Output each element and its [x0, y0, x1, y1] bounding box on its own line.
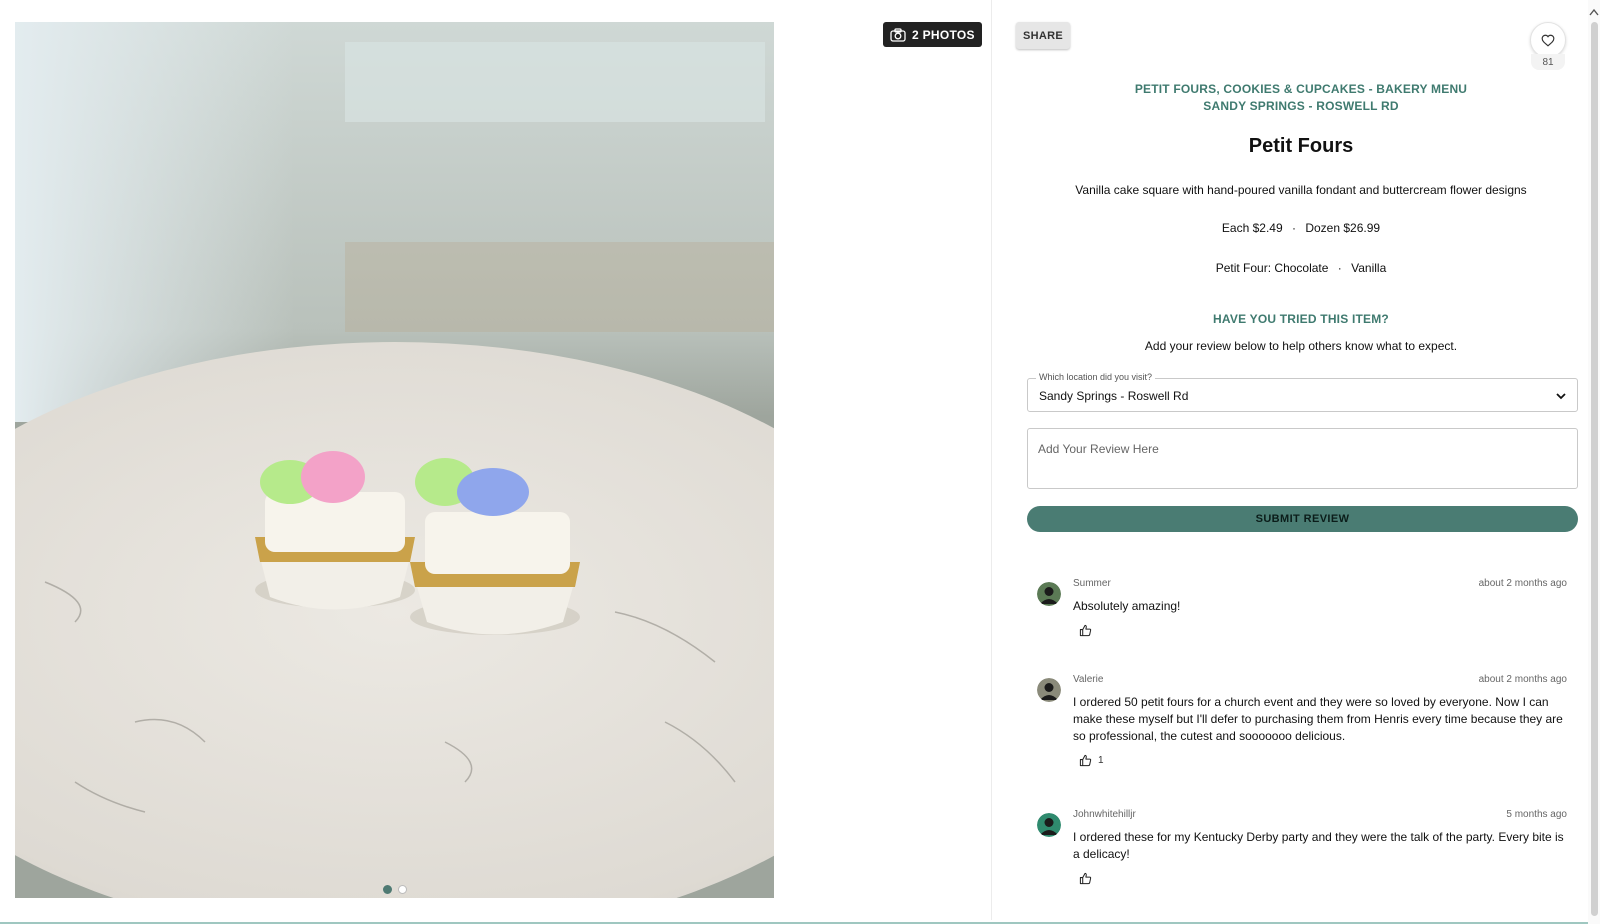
- user-avatar-icon: [1037, 678, 1061, 702]
- avatar: [1037, 813, 1061, 837]
- submit-review-button[interactable]: SUBMIT REVIEW: [1027, 506, 1578, 532]
- review-textarea[interactable]: Add Your Review Here: [1027, 428, 1578, 489]
- avatar: [1037, 678, 1061, 702]
- location-select[interactable]: Which location did you visit? Sandy Spri…: [1027, 372, 1578, 412]
- photos-count-label: 2 PHOTOS: [912, 27, 975, 42]
- helpful-button[interactable]: 1: [1079, 754, 1104, 767]
- item-location[interactable]: SANDY SPRINGS - ROSWELL RD: [1016, 99, 1586, 113]
- photos-count-button[interactable]: 2 PHOTOS: [883, 22, 982, 47]
- favorite-button[interactable]: [1530, 22, 1566, 58]
- user-avatar-icon: [1037, 582, 1061, 606]
- like-count: 81: [1531, 54, 1565, 70]
- flavor-separator: ·: [1337, 261, 1342, 275]
- user-avatar-icon: [1037, 813, 1061, 837]
- flavor-chocolate: Chocolate: [1274, 261, 1329, 275]
- flavor-line: Petit Four: Chocolate · Vanilla: [1016, 261, 1586, 275]
- review-time: about 2 months ago: [1478, 578, 1567, 589]
- heart-icon: [1541, 34, 1555, 47]
- location-select-label: Which location did you visit?: [1036, 372, 1156, 382]
- review-subheading: Add your review below to help others kno…: [1144, 339, 1458, 353]
- like-widget[interactable]: 81: [1530, 22, 1566, 72]
- flavor-label: Petit Four:: [1215, 261, 1272, 275]
- review-text: Absolutely amazing!: [1073, 599, 1181, 613]
- review-text: I ordered 50 petit fours for a church ev…: [1073, 695, 1563, 743]
- reviewer-name: Johnwhitehilljr: [1073, 809, 1136, 820]
- photo-dot-1[interactable]: [382, 885, 392, 894]
- helpful-count: 1: [1098, 755, 1104, 766]
- share-button[interactable]: SHARE: [1016, 22, 1070, 49]
- item-photo[interactable]: [15, 22, 774, 898]
- avatar: [1037, 582, 1061, 606]
- scroll-up-icon[interactable]: [1589, 8, 1599, 16]
- camera-icon: [890, 27, 906, 42]
- scrollbar-thumb[interactable]: [1591, 22, 1598, 916]
- item-category[interactable]: PETIT FOURS, COOKIES & CUPCAKES - BAKERY…: [1016, 82, 1586, 96]
- review-text: I ordered these for my Kentucky Derby pa…: [1073, 830, 1564, 861]
- helpful-button[interactable]: [1079, 624, 1098, 637]
- reviewer-name: Summer: [1073, 578, 1111, 589]
- review-time: 5 months ago: [1506, 809, 1567, 820]
- review-placeholder: Add Your Review Here: [1038, 442, 1159, 456]
- item-title: Petit Fours: [1248, 135, 1354, 157]
- review-heading: HAVE YOU TRIED THIS ITEM?: [1213, 312, 1389, 326]
- flavor-vanilla: Vanilla: [1351, 261, 1387, 275]
- price-line: Each $2.49 · Dozen $26.99: [1016, 221, 1586, 235]
- thumbs-up-icon: [1079, 754, 1092, 767]
- petit-fours-photo: [15, 22, 774, 898]
- photo-pager: [15, 885, 774, 894]
- price-each: Each $2.49: [1221, 221, 1283, 235]
- thumbs-up-icon: [1079, 872, 1092, 885]
- location-select-value: Sandy Springs - Roswell Rd: [1039, 389, 1189, 403]
- review-time: about 2 months ago: [1478, 674, 1567, 685]
- panel-divider: [991, 0, 992, 920]
- photo-dot-2[interactable]: [397, 885, 407, 894]
- thumbs-up-icon: [1079, 624, 1092, 637]
- chevron-down-icon: [1556, 393, 1566, 400]
- helpful-button[interactable]: [1079, 872, 1098, 885]
- price-separator: ·: [1291, 221, 1296, 235]
- item-description: Vanilla cake square with hand-poured van…: [1075, 183, 1527, 197]
- reviewer-name: Valerie: [1073, 674, 1104, 685]
- price-dozen: Dozen $26.99: [1305, 221, 1381, 235]
